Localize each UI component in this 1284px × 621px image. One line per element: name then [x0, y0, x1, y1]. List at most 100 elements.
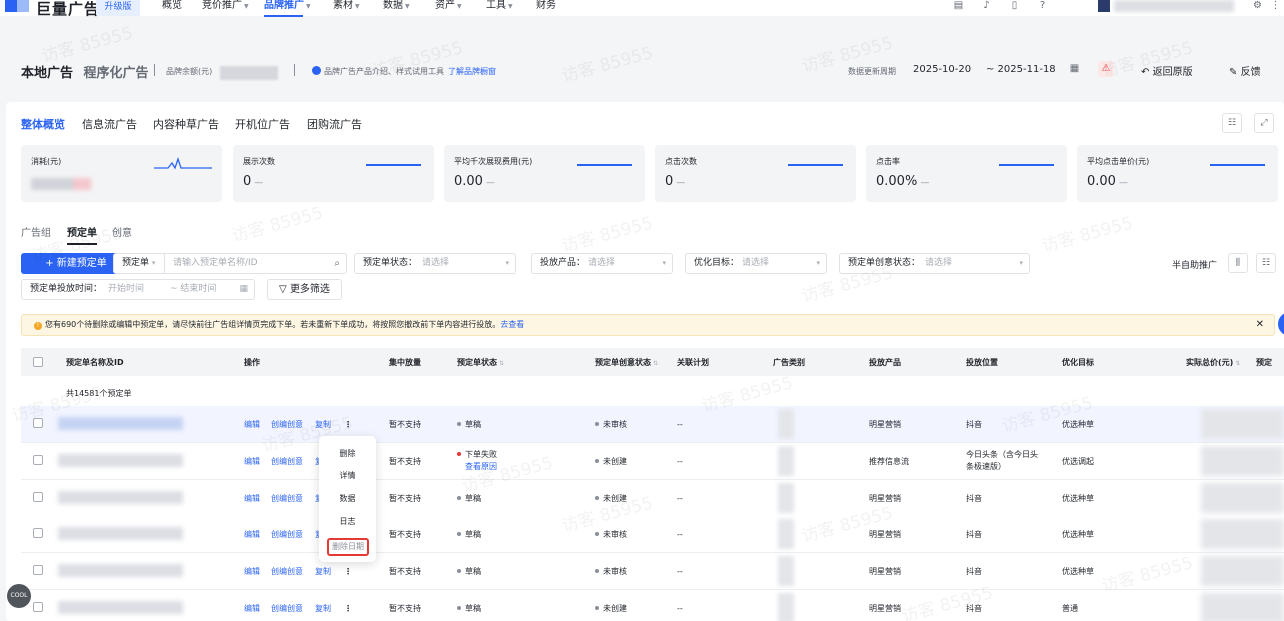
nav-item-4[interactable]: 数据 ▼ [383, 0, 410, 13]
table-row[interactable]: 编辑 创编创意 复制 ⋮ 暂不支持 草稿 未审核 -- 明星营销 抖音 优选种草 [21, 516, 1284, 553]
date-end[interactable]: ~ 2025-11-18 [986, 64, 1056, 75]
subtab-2[interactable]: 创意 [112, 224, 132, 239]
sort-icon[interactable]: ⇅ [1235, 360, 1240, 367]
filter-goal[interactable]: 优化目标： 请选择 ▾ [685, 253, 827, 274]
nav-item-3[interactable]: 素材 ▼ [333, 0, 360, 13]
nav-item-6[interactable]: 工具 ▼ [486, 0, 513, 13]
avatar[interactable] [1098, 0, 1110, 12]
order-name[interactable] [58, 527, 183, 540]
close-icon[interactable]: ✕ [1256, 315, 1264, 335]
fullscreen-icon[interactable]: ⤢ [1254, 113, 1274, 133]
filter-delivery-time[interactable]: 预定单投放时间： 开始时间 ~ 结束时间 ▦ [21, 279, 255, 300]
row-checkbox[interactable] [33, 565, 43, 575]
nav-item-1[interactable]: 竞价推广 ▼ [202, 0, 249, 13]
menu-item-0[interactable]: 删除 [319, 448, 376, 459]
copy-link[interactable]: 复制 [315, 603, 331, 614]
column-header[interactable]: 预定单创意状态 ⇅ [595, 357, 658, 368]
table-row[interactable]: 编辑 创编创意 复制 ⋮ 暂不支持 草稿 未审核 -- 明星营销 抖音 优选种草 [21, 406, 1284, 443]
edit-link[interactable]: 编辑 [244, 493, 260, 504]
nav-item-0[interactable]: 概览 [162, 0, 182, 12]
search-icon[interactable]: ⌕ [334, 254, 340, 273]
row-checkbox[interactable] [33, 528, 43, 538]
metric-card[interactable]: 消耗(元) [21, 145, 222, 202]
settings-toggle-icon[interactable]: ☷ [1222, 113, 1242, 133]
tab-3[interactable]: 开机位广告 [235, 116, 290, 132]
edit-creative-link[interactable]: 创编创意 [271, 456, 303, 467]
metric-card[interactable]: 平均点击单价(元) 0.00— [1077, 145, 1278, 202]
edit-creative-link[interactable]: 创编创意 [271, 603, 303, 614]
tab-2[interactable]: 内容种草广告 [153, 116, 219, 132]
tab-0[interactable]: 整体概览 [21, 116, 65, 132]
column-header[interactable]: 实际总价(元) ⇅ [1186, 357, 1240, 368]
nav-item-5[interactable]: 资产 ▼ [435, 0, 462, 13]
feedback-button[interactable]: ✎ 反馈 [1229, 63, 1261, 78]
order-name[interactable] [58, 491, 183, 504]
nav-item-7[interactable]: 财务 [536, 0, 556, 12]
version-badge[interactable]: 升级版 [96, 0, 140, 16]
edit-creative-link[interactable]: 创编创意 [271, 566, 303, 577]
search-type-select[interactable]: 预定单 ▾ [113, 253, 165, 274]
edit-creative-link[interactable]: 创编创意 [271, 419, 303, 430]
order-name[interactable] [58, 417, 183, 430]
metric-card[interactable]: 展示次数 0— [233, 145, 434, 202]
back-button[interactable]: ↶ 返回原版 [1141, 63, 1193, 78]
row-checkbox[interactable] [33, 602, 43, 612]
semi-auto-label[interactable]: 半自助推广 [1172, 258, 1217, 271]
row-checkbox[interactable] [33, 455, 43, 465]
list-view-icon[interactable]: ☷ [1256, 253, 1276, 273]
filter-order-status[interactable]: 预定单状态： 请选择 ▾ [354, 253, 516, 274]
account-name[interactable] [1114, 0, 1234, 12]
filter-creative-status[interactable]: 预定单创意状态： 请选择 ▾ [839, 253, 1030, 274]
menu-item-2[interactable]: 数据 [319, 493, 376, 504]
document-icon[interactable]: ▯ [1009, 0, 1020, 12]
tab-4[interactable]: 团购流广告 [307, 116, 362, 132]
help-icon[interactable]: ? [1037, 0, 1048, 12]
table-row[interactable]: 编辑 创编创意 复制 ⋮ 暂不支持 草稿 未创建 -- 明星营销 抖音 普通 [21, 590, 1284, 621]
edit-link[interactable]: 编辑 [244, 456, 260, 467]
row-checkbox[interactable] [33, 418, 43, 428]
table-row[interactable]: 编辑 创编创意 复制 ⋮ 暂不支持 草稿 未创建 -- 明星营销 抖音 优选种草 [21, 480, 1284, 517]
edit-creative-link[interactable]: 创编创意 [271, 529, 303, 540]
row-checkbox[interactable] [33, 492, 43, 502]
view-reason-link[interactable]: 查看原因 [465, 461, 497, 472]
column-header[interactable]: 预定单状态 ⇅ [457, 357, 504, 368]
notice-link[interactable]: 去查看 [500, 320, 524, 329]
metric-card[interactable]: 点击率 0.00% — [866, 145, 1067, 202]
edit-link[interactable]: 编辑 [244, 566, 260, 577]
select-all-checkbox[interactable] [33, 357, 43, 367]
more-icon[interactable]: ⋮ [344, 603, 352, 614]
metric-card[interactable]: 点击次数 0— [655, 145, 856, 202]
order-name[interactable] [58, 454, 183, 467]
more-icon[interactable]: ⋮ [344, 566, 352, 577]
table-row[interactable]: 编辑 创编创意 复制 ⋮ 暂不支持 草稿 未审核 -- 明星营销 抖音 优选种草 [21, 553, 1284, 590]
edit-link[interactable]: 编辑 [244, 419, 260, 430]
more-icon[interactable]: ⋮ [344, 419, 352, 430]
copy-link[interactable]: 复制 [315, 566, 331, 577]
edit-creative-link[interactable]: 创编创意 [271, 493, 303, 504]
table-row[interactable]: 编辑 创编创意 复制 ⋮ 暂不支持 下单失败 查看原因 未创建 -- 推荐信息流… [21, 443, 1284, 480]
nav-item-2[interactable]: 品牌推广 ▼ [264, 0, 311, 17]
tab-1[interactable]: 信息流广告 [82, 116, 137, 132]
more-filters-button[interactable]: ▽ 更多筛选 [267, 279, 342, 300]
menu-item-3[interactable]: 日志 [319, 516, 376, 527]
bell-icon[interactable]: ♪ [981, 0, 992, 12]
assistant-avatar[interactable]: COOL [7, 584, 31, 608]
clipboard-icon[interactable]: ▤ [953, 0, 964, 12]
metric-card[interactable]: 平均千次展现费用(元) 0.00— [444, 145, 645, 202]
search-input[interactable]: 请输入预定单名称/ID ⌕ [165, 253, 347, 274]
order-name[interactable] [58, 564, 183, 577]
date-start[interactable]: 2025-10-20 [913, 64, 971, 75]
subtab-1[interactable]: 预定单 [67, 224, 97, 245]
order-name[interactable] [58, 601, 183, 614]
edit-link[interactable]: 编辑 [244, 603, 260, 614]
promo-link[interactable]: 了解品牌橱窗 [448, 67, 496, 76]
subtab-0[interactable]: 广告组 [21, 224, 51, 239]
logo[interactable]: 巨量广告 [36, 0, 100, 19]
column-settings-icon[interactable]: ⫼ [1228, 253, 1248, 273]
sort-icon[interactable]: ⇅ [653, 360, 658, 367]
alarm-icon[interactable]: ⚠ [1098, 61, 1114, 77]
menu-item-1[interactable]: 详情 [319, 470, 376, 481]
calendar-icon[interactable]: ▦ [1069, 63, 1080, 75]
sort-icon[interactable]: ⇅ [499, 360, 504, 367]
menu-item-4[interactable]: 删除日期 [327, 538, 369, 556]
